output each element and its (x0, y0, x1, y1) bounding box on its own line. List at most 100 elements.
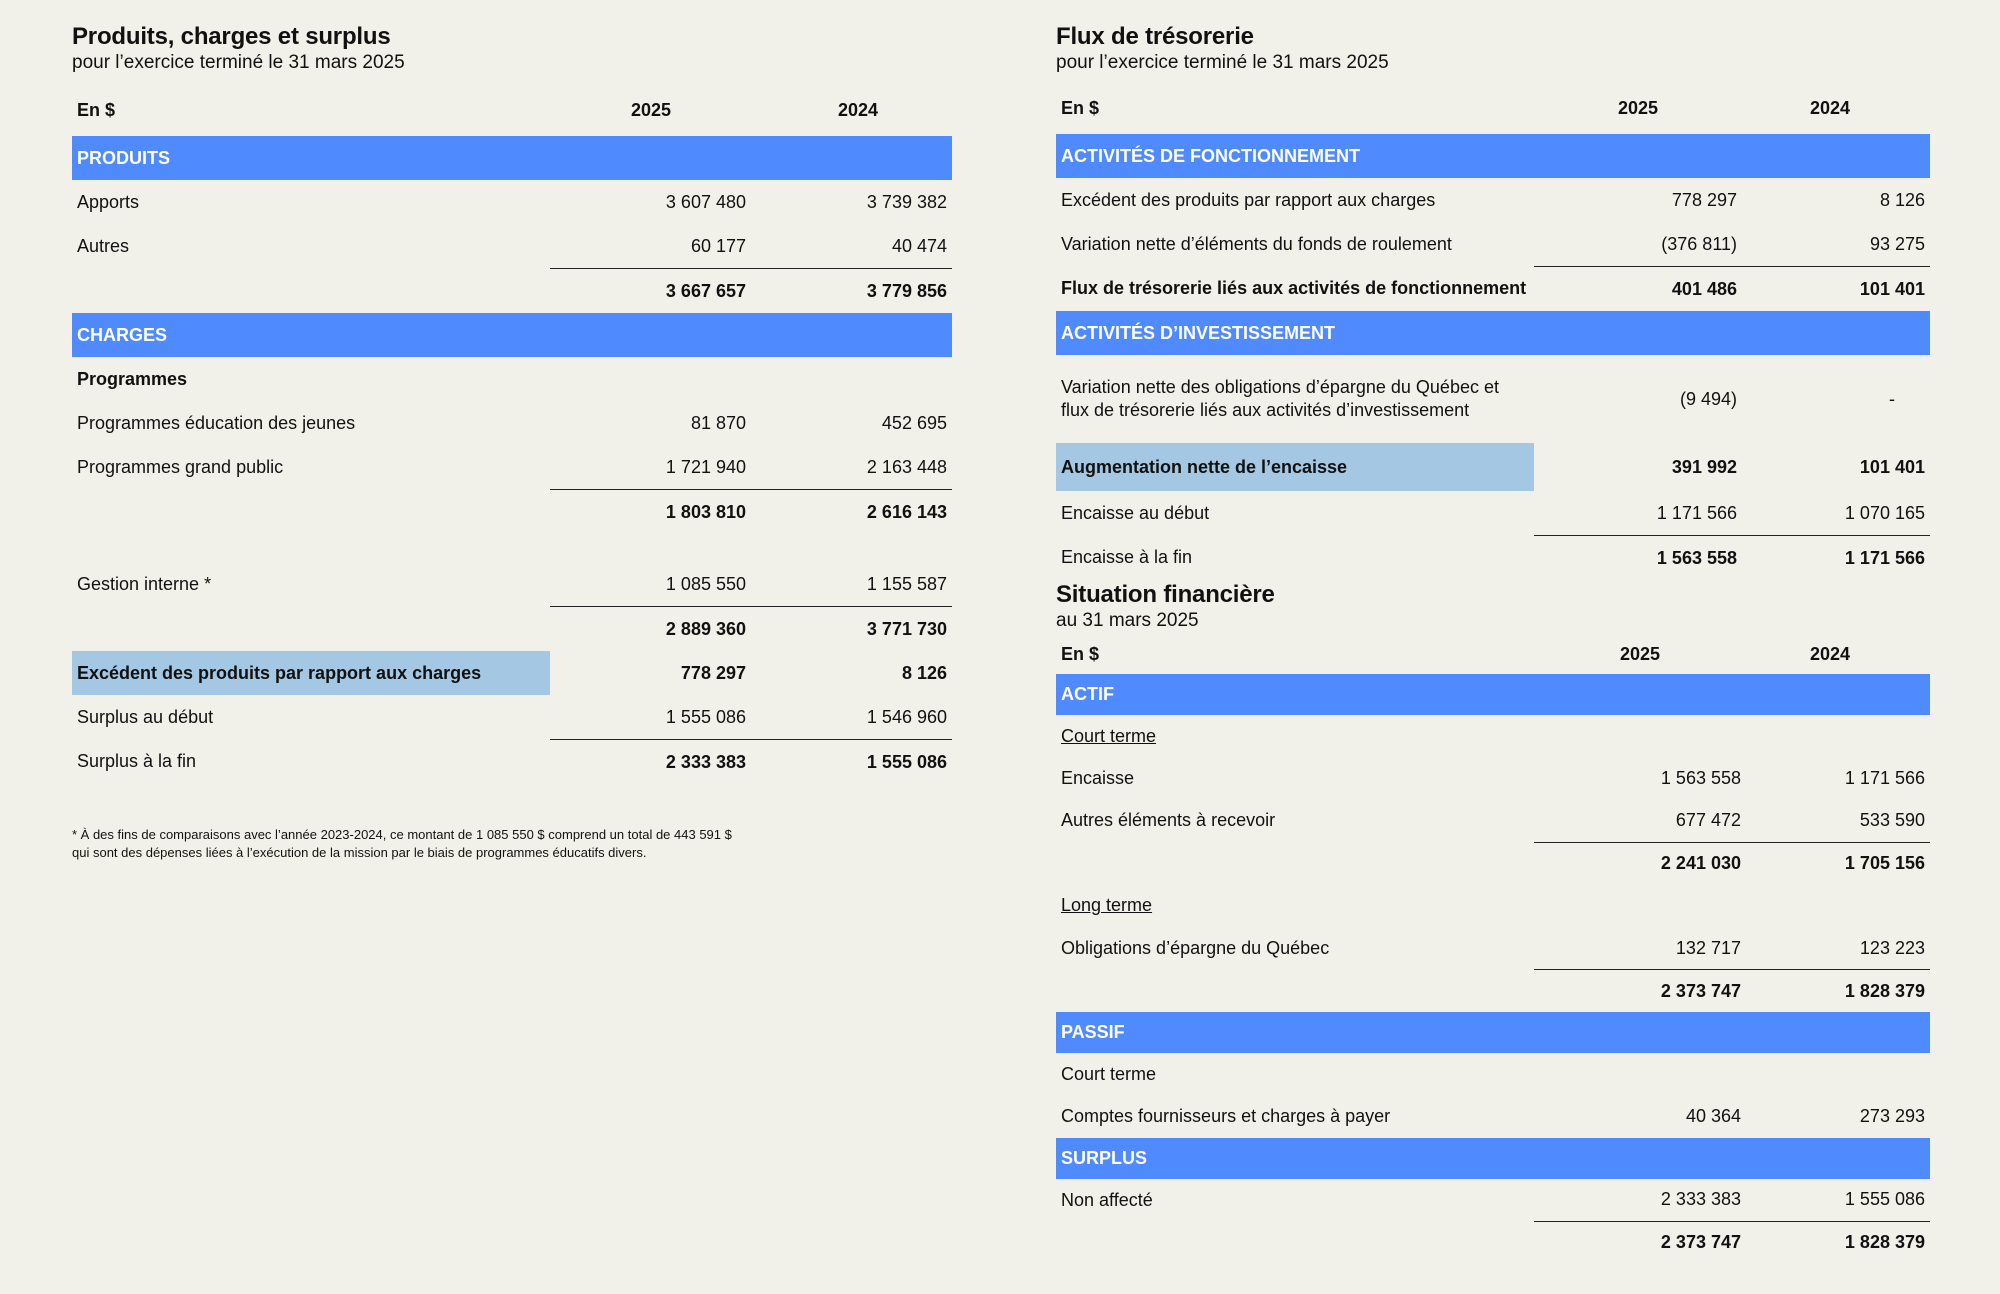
value-2025: 2 373 747 (1534, 1220, 1746, 1265)
value-2024: 452 695 (881, 412, 947, 433)
value-2024: 1 070 165 (1844, 502, 1925, 523)
value-2025: 401 486 (1534, 266, 1742, 311)
table-row: Programmes grand public 1 721 940 2 163 … (72, 445, 952, 490)
row-label: Encaisse à la fin (1061, 547, 1193, 568)
income-statement-title: Produits, charges et surplus (72, 23, 391, 50)
subsection-row: Court terme (1056, 1053, 1930, 1095)
row-label: Court terme (1061, 725, 1157, 746)
section-title: ACTIVITÉS DE FONCTIONNEMENT (1056, 134, 1930, 178)
column-label: En $ (1061, 643, 1100, 664)
row-label: Surplus à la fin (77, 751, 197, 772)
value-2024: 8 126 (1879, 189, 1925, 210)
value-2024: 1 155 587 (866, 573, 947, 594)
value-2025: 1 563 558 (1534, 535, 1742, 580)
income-statement-table: En $ 2025 2024 PRODUITS Apports 3 607 48… (72, 84, 952, 784)
highlight-row: Augmentation nette de l’encaisse 391 992… (1056, 443, 1930, 491)
value-2024: 3 779 856 (751, 268, 952, 313)
value-2025: 3 607 480 (665, 191, 746, 212)
column-2025: 2025 (630, 99, 671, 120)
section-header-fonctionnement: ACTIVITÉS DE FONCTIONNEMENT (1056, 134, 1930, 178)
table-row: Surplus à la fin 2 333 383 1 555 086 (72, 739, 952, 784)
row-label: Augmentation nette de l’encaisse (1056, 443, 1534, 491)
value-2025: 40 364 (1685, 1106, 1741, 1127)
value-2024: 40 474 (891, 235, 947, 256)
section-title: ACTIF (1056, 674, 1930, 715)
section-header-passif: PASSIF (1056, 1012, 1930, 1054)
value-2024: 2 616 143 (751, 489, 952, 534)
value-2024: 101 401 (1859, 456, 1925, 477)
value-2025: 778 297 (1671, 189, 1737, 210)
value-2024: 1 828 379 (1746, 1220, 1930, 1265)
subsection-row: Court terme (1056, 715, 1930, 757)
section-title: PASSIF (1056, 1012, 1930, 1054)
cash-flow-title: Flux de trésorerie (1056, 23, 1254, 50)
table-row: Encaisse 1 563 558 1 171 566 (1056, 757, 1930, 799)
total-row: 2 373 747 1 828 379 (1056, 1220, 1930, 1265)
value-2024: 1 546 960 (866, 706, 947, 727)
row-label: Variation nette des obligations d’épargn… (1056, 355, 1534, 443)
value-2025: 778 297 (680, 662, 746, 683)
value-2024: 1 171 566 (1844, 767, 1925, 788)
column-2024: 2024 (837, 99, 878, 120)
row-label: Variation nette d’éléments du fonds de r… (1061, 233, 1452, 254)
section-header-charges: CHARGES (72, 313, 952, 357)
total-row: 2 241 030 1 705 156 (1056, 841, 1930, 885)
value-2025: (9 494) (1679, 388, 1737, 409)
footnote: * À des fins de comparaisons avec l’anné… (72, 826, 952, 862)
value-2024: 1 705 156 (1746, 841, 1930, 885)
footnote-line: qui sont des dépenses liées à l’exécutio… (72, 845, 647, 860)
table-row: Variation nette d’éléments du fonds de r… (1056, 222, 1930, 267)
value-2024: 3 771 730 (751, 606, 952, 651)
row-label: Excédent des produits par rapport aux ch… (72, 651, 550, 695)
footnote-line: * À des fins de comparaisons avec l’anné… (72, 827, 732, 842)
row-label: Programmes grand public (77, 456, 284, 477)
cash-flow-table: En $ 2025 2024 ACTIVITÉS DE FONCTIONNEME… (1056, 82, 1930, 580)
section-header-surplus: SURPLUS (1056, 1137, 1930, 1179)
value-2025: 1 721 940 (665, 456, 746, 477)
row-label: Encaisse au début (1061, 502, 1210, 523)
row-label: Autres éléments à recevoir (1061, 810, 1276, 831)
financial-position-title: Situation financière (1056, 581, 1275, 608)
value-2025: 60 177 (690, 235, 746, 256)
row-label: Encaisse (1061, 767, 1135, 788)
row-label: Excédent des produits par rapport aux ch… (1061, 189, 1436, 210)
value-2025: 2 373 747 (1534, 969, 1746, 1013)
table-row: Apports 3 607 480 3 739 382 (72, 180, 952, 224)
financial-position-panel: Situation financière au 31 mars 2025 En … (1056, 580, 1930, 1265)
subsection-row: Programmes (72, 357, 952, 401)
value-2024: 1 171 566 (1742, 535, 1930, 580)
section-title: ACTIVITÉS D’INVESTISSEMENT (1056, 311, 1930, 355)
cash-flow-panel: Flux de trésorerie pour l’exercice termi… (1056, 22, 1930, 580)
financial-position-subtitle: au 31 mars 2025 (1056, 610, 1199, 631)
section-title: PRODUITS (72, 136, 952, 180)
value-2025: 1 555 086 (665, 706, 746, 727)
highlight-row: Excédent des produits par rapport aux ch… (72, 651, 952, 695)
table-row: Obligations d’épargne du Québec 132 717 … (1056, 927, 1930, 970)
value-2025: 81 870 (690, 412, 746, 433)
value-2024: 93 275 (1869, 233, 1925, 254)
table-row: Comptes fournisseurs et charges à payer … (1056, 1096, 1930, 1138)
table-header-row: En $ 2025 2024 (1056, 82, 1930, 134)
value-2024: 8 126 (901, 662, 947, 683)
row-label: Programmes éducation des jeunes (77, 412, 356, 433)
table-row: Programmes éducation des jeunes 81 870 4… (72, 401, 952, 445)
value-2024: 3 739 382 (866, 191, 947, 212)
section-header-actif: ACTIF (1056, 674, 1930, 715)
value-2024: 123 223 (1859, 937, 1925, 958)
row-label: Apports (77, 191, 140, 212)
total-row: 3 667 657 3 779 856 (72, 268, 952, 313)
column-2024: 2024 (1809, 643, 1850, 664)
table-header-row: En $ 2025 2024 (72, 84, 952, 136)
value-2024: 101 401 (1742, 266, 1930, 311)
value-2025: 1 803 810 (550, 489, 751, 534)
column-label: En $ (1061, 97, 1100, 118)
row-label: Flux de trésorerie liés aux activités de… (1061, 278, 1527, 299)
income-statement-panel: Produits, charges et surplus pour l’exer… (72, 22, 952, 862)
section-header-produits: PRODUITS (72, 136, 952, 180)
value-2025: (376 811) (1661, 233, 1737, 254)
total-row: 2 373 747 1 828 379 (1056, 969, 1930, 1013)
value-2025: 1 171 566 (1656, 502, 1737, 523)
table-row: Variation nette des obligations d’épargn… (1056, 355, 1930, 443)
section-title: CHARGES (72, 313, 952, 357)
table-row: Gestion interne * 1 085 550 1 155 587 (72, 562, 952, 607)
